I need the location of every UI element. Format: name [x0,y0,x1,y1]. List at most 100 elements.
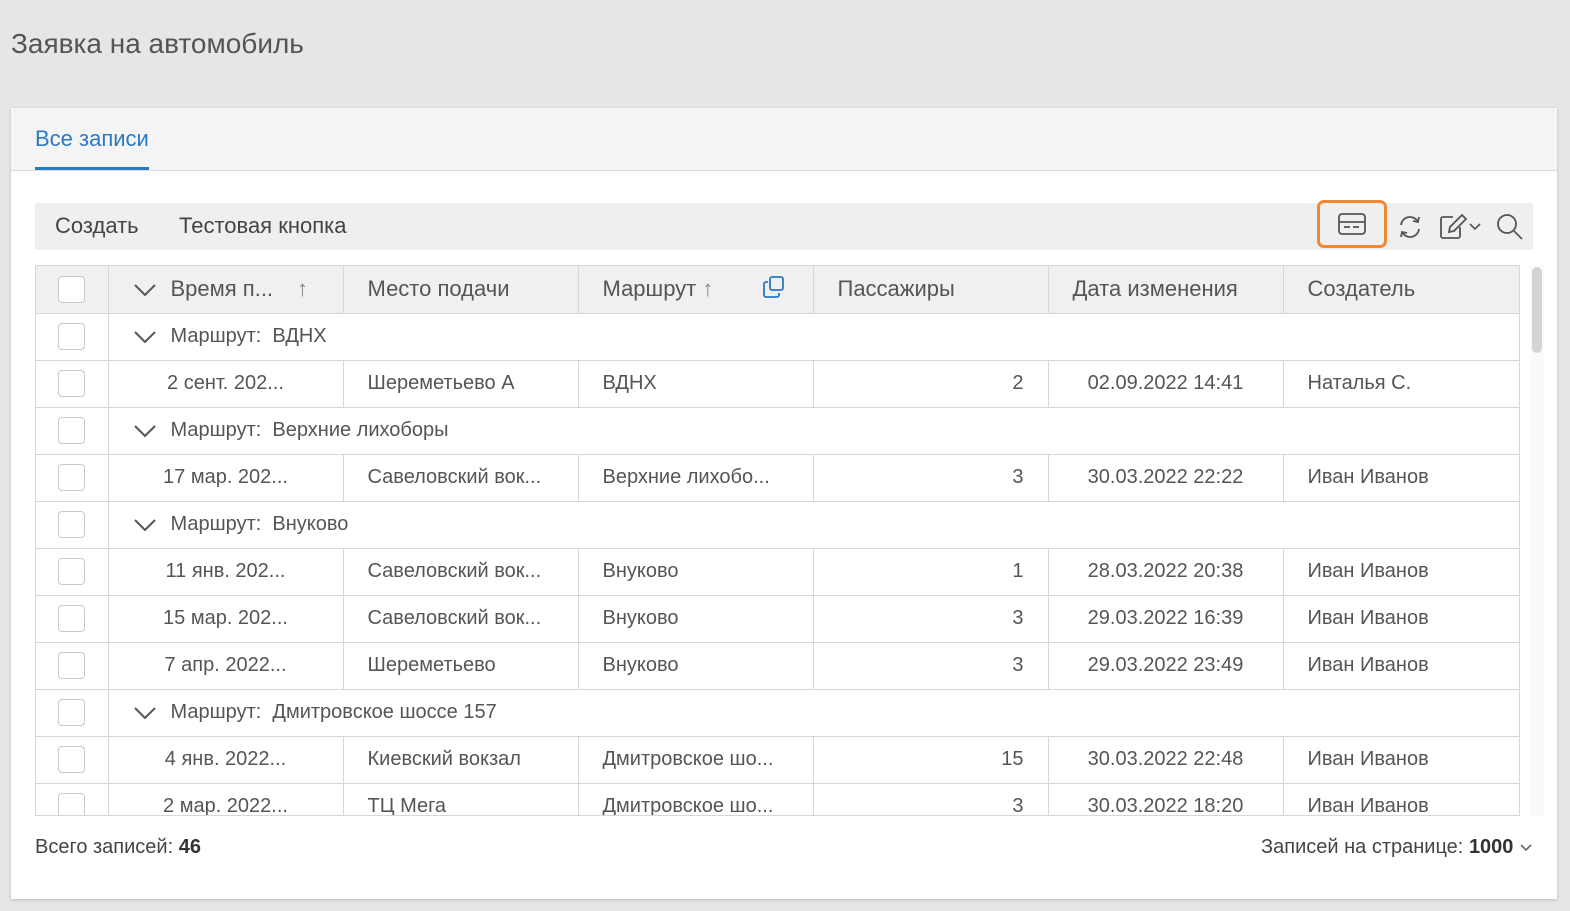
cell-modified: 30.03.2022 18:20 [1048,783,1284,815]
row-checkbox[interactable] [58,370,86,397]
cell-creator: Иван Иванов [1283,454,1519,502]
column-header-creator[interactable]: Создатель [1283,266,1519,314]
cell-passengers: 2 [813,360,1049,408]
group-prefix: Маршрут: [170,513,262,535]
select-all-checkbox[interactable] [58,276,86,304]
cell-creator: Иван Иванов [1283,595,1519,643]
cell-modified: 29.03.2022 23:49 [1048,642,1284,690]
test-button[interactable]: Тестовая кнопка [179,213,346,239]
group-cell: Маршрут: Дмитровское шоссе 157 [108,689,1519,737]
cell-route: Внуково [578,642,814,690]
table-row[interactable]: 17 мар. 202... Савеловский вок... Верхние … [36,454,1519,502]
table-row[interactable]: 2 мар. 2022... ТЦ Мега Дмитровское шо... 3 3… [36,783,1519,815]
cell-pickup: Савеловский вок... [343,548,579,596]
cell-route: Внуково [578,595,814,643]
column-header-passengers[interactable]: Пассажиры [813,266,1049,314]
group-label: Маршрут: Дмитровское шоссе 157 [171,701,497,723]
chevron-down-icon[interactable] [133,706,157,720]
row-select-cell [36,642,109,690]
column-header-time[interactable]: Время п... ↑ [108,266,344,314]
group-row[interactable]: Маршрут: Дмитровское шоссе 157 [36,689,1519,737]
total-label: Всего записей: [35,836,174,858]
group-row[interactable]: Маршрут: Верхние лихоборы [36,407,1519,455]
vertical-scrollbar[interactable] [1530,265,1544,816]
column-header-modified[interactable]: Дата изменения [1048,266,1284,314]
sort-arrow-icon: ↑ [702,276,714,302]
cell-time: 2 сент. 202... [108,360,344,408]
column-label: Дата изменения [1072,276,1238,302]
cell-pickup: Савеловский вок... [343,454,579,502]
cell-pickup: Киевский вокзал [343,736,579,784]
group-cell: Маршрут: Внуково [108,501,1519,549]
table-row[interactable]: 7 апр. 2022... Шереметьево Внуково 3 29.03.2… [36,642,1519,690]
row-checkbox[interactable] [58,323,86,350]
cell-time: 15 мар. 202... [108,595,344,643]
table-row[interactable]: 2 сент. 202... Шереметьево А ВДНХ 2 02.09.20… [36,360,1519,408]
refresh-button[interactable] [1393,210,1427,244]
group-row[interactable]: Маршрут: Внуково [36,501,1519,549]
group-name: Дмитровское шоссе 157 [272,701,497,723]
tab-all-records[interactable]: Все записи [35,124,149,170]
cell-route: ВДНХ [578,360,814,408]
create-button[interactable]: Создать [55,213,139,239]
cell-pickup: ТЦ Мега [343,783,579,815]
total-records: Всего записей: 46 [35,836,201,859]
row-checkbox[interactable] [58,511,86,538]
copy-icon[interactable] [762,276,785,299]
cell-creator: Наталья С. [1283,360,1519,408]
page-size-select[interactable]: Записей на странице: 1000 [1261,836,1533,859]
row-select-cell [36,736,109,784]
table-row[interactable]: 11 янв. 202... Савеловский вок... Внуково 1… [36,548,1519,596]
edit-menu-button[interactable] [1435,210,1485,244]
toolbar: Создать Тестовая кнопка [35,200,1533,250]
row-checkbox[interactable] [58,558,86,585]
cell-creator: Иван Иванов [1283,642,1519,690]
card-view-icon [1338,213,1366,235]
group-name: Внуково [272,513,349,535]
total-value: 46 [178,836,201,858]
row-select-cell [36,360,109,408]
cell-modified: 29.03.2022 16:39 [1048,595,1284,643]
cell-modified: 30.03.2022 22:48 [1048,736,1284,784]
search-icon [1497,214,1523,240]
select-all-cell [36,266,109,314]
row-checkbox[interactable] [58,652,86,679]
cell-modified: 28.03.2022 20:38 [1048,548,1284,596]
chevron-down-icon[interactable] [133,283,157,297]
group-name: ВДНХ [272,325,327,347]
edit-icon [1440,213,1468,239]
chevron-down-icon[interactable] [133,518,157,532]
scroll-thumb[interactable] [1532,267,1542,353]
column-header-pickup[interactable]: Место подачи [343,266,579,314]
row-select-cell [36,595,109,643]
group-label: Маршрут: Верхние лихоборы [171,419,449,441]
row-checkbox[interactable] [58,793,86,815]
column-label: Пассажиры [837,276,955,302]
row-checkbox[interactable] [58,746,86,773]
chevron-down-icon[interactable] [133,424,157,438]
cell-passengers: 3 [813,783,1049,815]
row-checkbox[interactable] [58,699,86,726]
cell-route: Дмитровское шо... [578,783,814,815]
group-row[interactable]: Маршрут: ВДНХ [36,313,1519,361]
cell-route: Внуково [578,548,814,596]
table-row[interactable]: 4 янв. 2022... Киевский вокзал Дмитровское… [36,736,1519,784]
cell-time: 11 янв. 202... [108,548,344,596]
search-button[interactable] [1493,210,1527,244]
group-prefix: Маршрут: [170,701,262,723]
row-checkbox[interactable] [58,464,86,491]
page-size-value: 1000 [1468,836,1514,858]
column-header-route[interactable]: Маршрут ↑ [578,266,814,314]
cell-time: 7 апр. 2022... [108,642,344,690]
cell-creator: Иван Иванов [1283,548,1519,596]
chevron-down-icon[interactable] [133,330,157,344]
row-checkbox[interactable] [58,605,86,632]
column-label: Время п... [170,276,274,302]
cell-time: 4 янв. 2022... [108,736,344,784]
card-view-button[interactable] [1317,200,1387,248]
group-prefix: Маршрут: [170,325,262,347]
table-row[interactable]: 15 мар. 202... Савеловский вок... Внуково 3… [36,595,1519,643]
column-label: Маршрут [602,276,697,302]
cell-creator: Иван Иванов [1283,783,1519,815]
row-checkbox[interactable] [58,417,86,444]
